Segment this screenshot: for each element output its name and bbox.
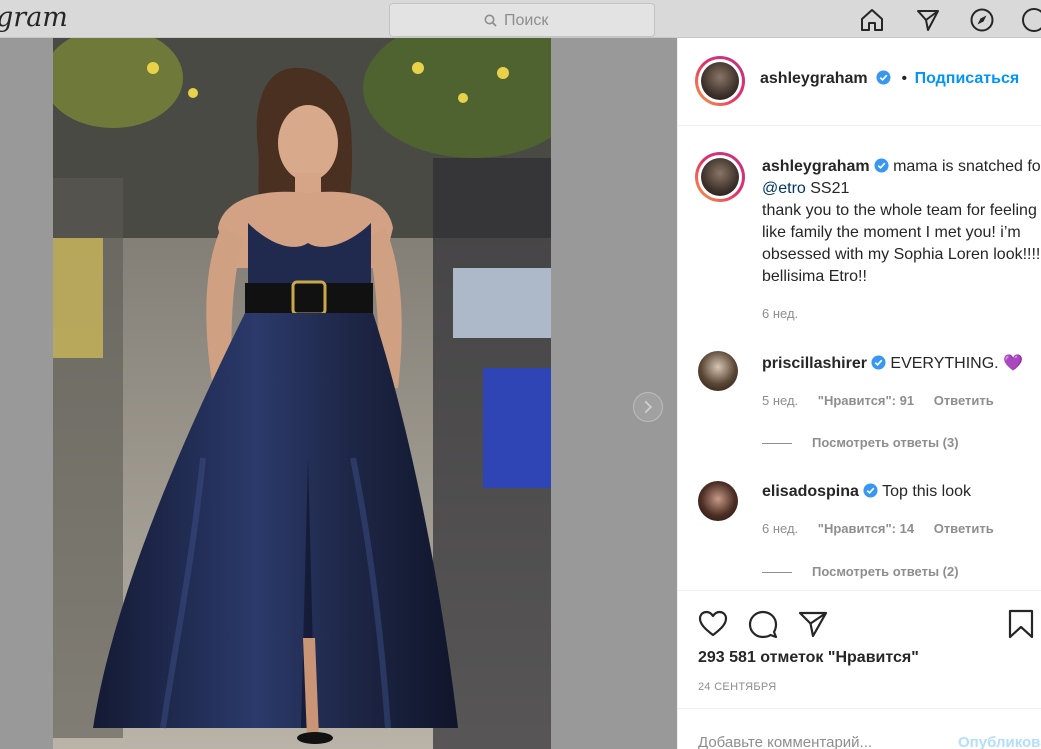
divider <box>678 708 1041 709</box>
caption-text-end: SS21 <box>805 180 850 197</box>
view-replies-button[interactable]: Посмотреть ответы (2) <box>762 564 959 579</box>
author-avatar[interactable] <box>695 56 745 106</box>
likes-number: 293 581 <box>698 649 756 666</box>
comment: priscillashirer EVERYTHING. 💜 <box>762 353 1023 373</box>
top-navigation-bar: gram Поиск <box>0 0 1041 38</box>
instagram-logo[interactable]: gram <box>0 2 68 33</box>
comment-time[interactable]: 5 нед. <box>762 393 798 408</box>
direct-icon[interactable] <box>915 7 941 33</box>
view-replies-label: Посмотреть ответы (3) <box>812 435 959 450</box>
post-header: ashleygraham • Подписаться <box>760 70 1019 88</box>
commenter-avatar[interactable] <box>698 351 738 391</box>
reply-button[interactable]: Ответить <box>934 521 994 536</box>
comment-likes[interactable]: "Нравится": 14 <box>818 521 914 536</box>
caption-username[interactable]: ashleygraham <box>762 158 870 175</box>
post-date: 24 СЕНТЯБРЯ <box>698 681 777 693</box>
comment-username[interactable]: elisadospina <box>762 483 859 500</box>
comment-meta: 5 нед. "Нравится": 91 Ответить <box>762 393 1010 408</box>
likes-label: отметок "Нравится" <box>755 649 919 666</box>
share-icon[interactable] <box>797 608 829 640</box>
post-side-panel: ashleygraham • Подписаться ashleygraham … <box>677 38 1041 749</box>
likes-count[interactable]: 293 581 отметок "Нравится" <box>698 649 919 667</box>
home-icon[interactable] <box>859 7 885 33</box>
purple-heart-emoji: 💜 <box>1003 355 1023 372</box>
view-replies-button[interactable]: Посмотреть ответы (3) <box>762 435 959 450</box>
verified-badge-icon <box>871 355 886 370</box>
caption-body: thank you to the whole team for feeling … <box>762 202 1041 285</box>
explore-icon[interactable] <box>969 7 995 33</box>
caption-avatar[interactable] <box>695 152 745 202</box>
next-photo-arrow-icon[interactable] <box>633 392 663 422</box>
comment-text: EVERYTHING. <box>890 355 999 372</box>
verified-badge-icon <box>874 158 889 173</box>
commenter-avatar[interactable] <box>698 481 738 521</box>
comment-meta: 6 нед. "Нравится": 14 Ответить <box>762 521 1010 536</box>
comment: elisadospina Top this look <box>762 483 971 501</box>
comment-likes[interactable]: "Нравится": 91 <box>818 393 914 408</box>
like-heart-icon[interactable] <box>697 608 729 640</box>
bookmark-icon[interactable] <box>1005 608 1037 640</box>
search-icon <box>484 14 497 27</box>
comment-icon[interactable] <box>747 608 779 640</box>
comment-username[interactable]: priscillashirer <box>762 355 867 372</box>
profile-icon[interactable] <box>1021 7 1041 33</box>
comment-text: Top this look <box>882 483 972 500</box>
caption-timestamp[interactable]: 6 нед. <box>762 306 798 321</box>
mention-link[interactable]: @etro <box>762 180 806 197</box>
comment-input[interactable]: Добавьте комментарий... <box>698 734 872 749</box>
author-username[interactable]: ashleygraham <box>760 70 868 87</box>
publish-button[interactable]: Опубликовать <box>958 734 1041 749</box>
view-replies-label: Посмотреть ответы (2) <box>812 564 959 579</box>
post-photo[interactable] <box>53 38 551 749</box>
comment-time[interactable]: 6 нед. <box>762 521 798 536</box>
post-caption: ashleygraham mama is snatched for @etro … <box>762 156 1041 288</box>
verified-badge-icon <box>876 70 891 85</box>
separator-dot: • <box>901 70 908 87</box>
runway-image <box>53 38 551 749</box>
divider <box>678 125 1041 126</box>
search-placeholder: Поиск <box>504 12 549 29</box>
reply-button[interactable]: Ответить <box>934 393 994 408</box>
caption-text-start: mama is snatched for <box>893 158 1041 175</box>
follow-button[interactable]: Подписаться <box>915 70 1020 87</box>
verified-badge-icon <box>863 483 878 498</box>
divider <box>678 590 1041 591</box>
search-box[interactable]: Поиск <box>389 3 655 37</box>
